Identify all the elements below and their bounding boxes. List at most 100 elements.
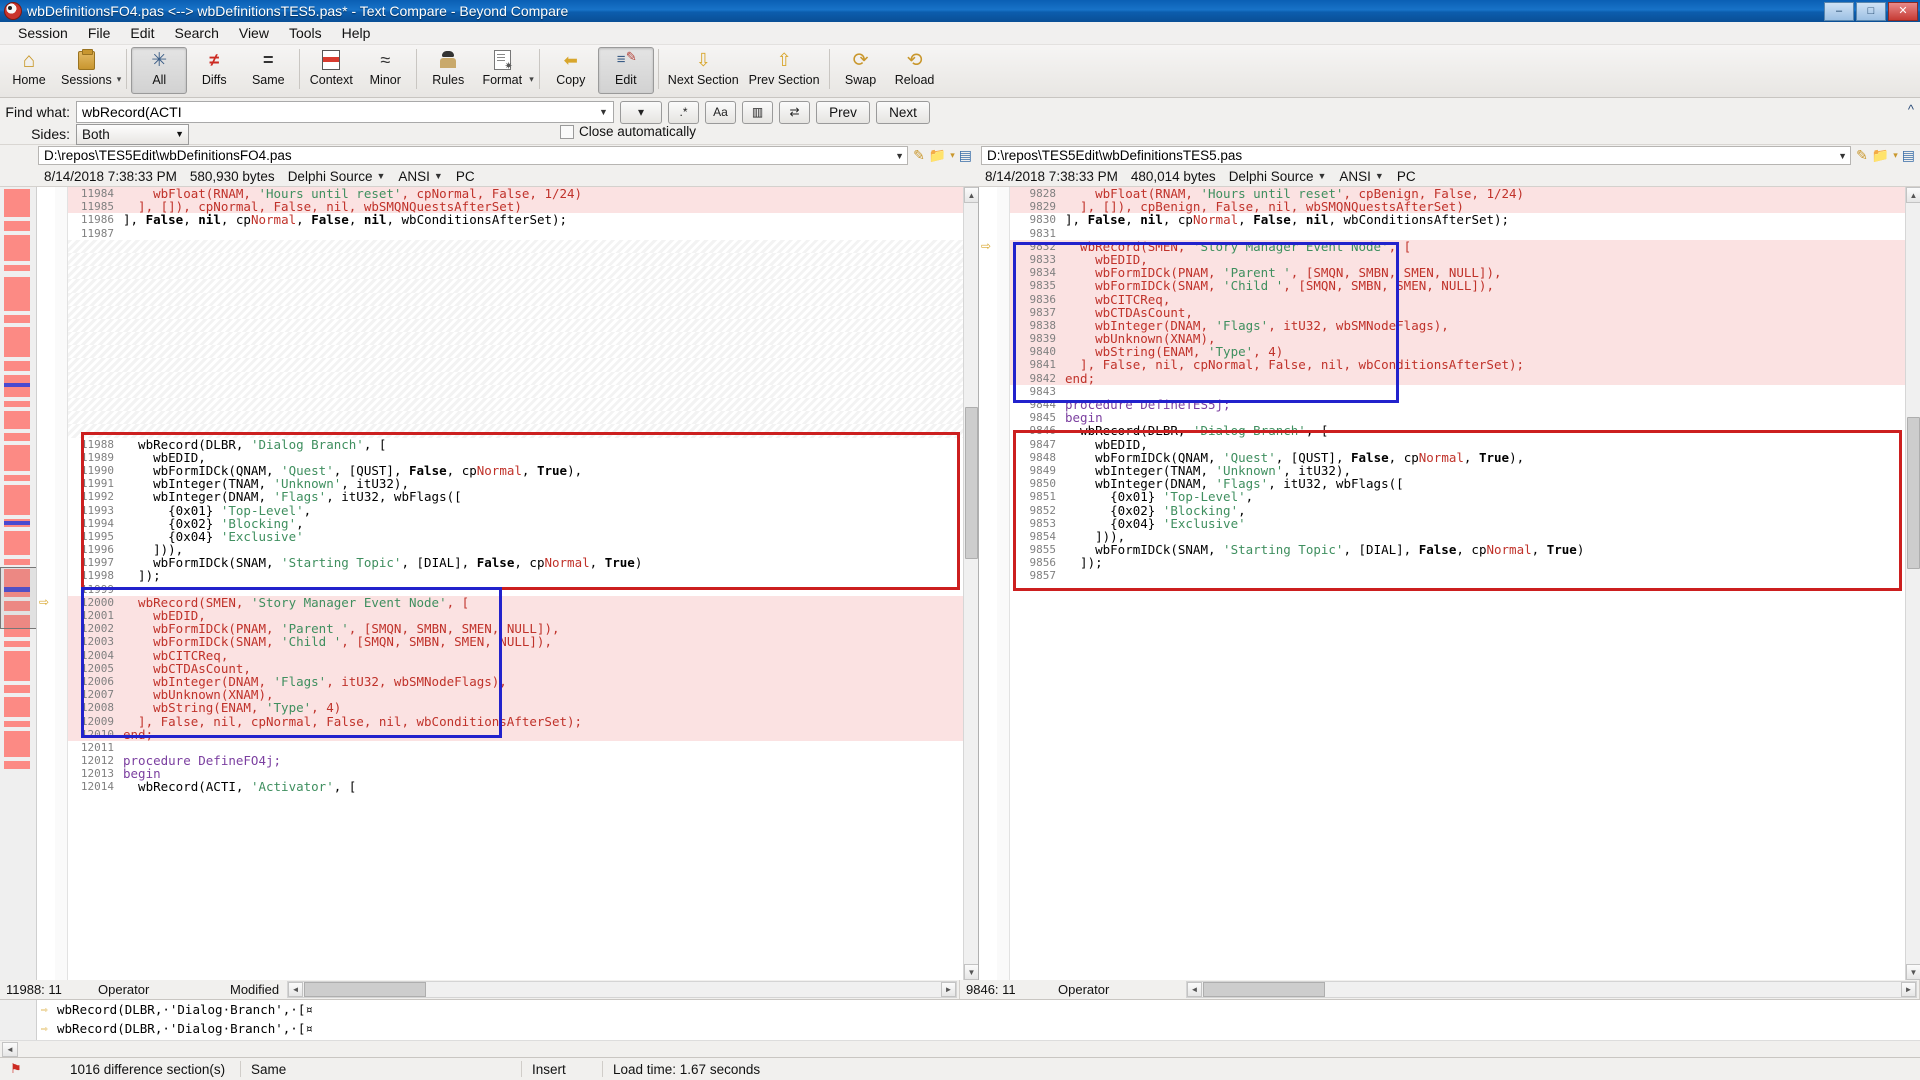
- left-vertical-scrollbar[interactable]: ▲ ▼: [963, 187, 978, 980]
- code-line[interactable]: 11989 wbEDID,: [68, 451, 978, 464]
- edit-pencil-icon[interactable]: ✎: [1856, 147, 1868, 164]
- save-icon[interactable]: ▤: [1902, 147, 1915, 164]
- toolbar-copy-button[interactable]: Copy: [544, 47, 598, 95]
- code-line[interactable]: 12012 procedure DefineFO4j;: [68, 754, 978, 768]
- code-line[interactable]: [68, 345, 978, 359]
- code-line[interactable]: 9853 {0x04} 'Exclusive': [1010, 516, 1920, 530]
- toolbar-home-button[interactable]: Home: [2, 47, 56, 95]
- minimize-button[interactable]: –: [1824, 2, 1854, 21]
- scroll-up-arrow-icon[interactable]: ▲: [964, 187, 978, 203]
- menu-session[interactable]: Session: [8, 23, 78, 43]
- code-line[interactable]: [68, 292, 978, 306]
- code-line[interactable]: 9856 ]);: [1010, 556, 1920, 569]
- code-line[interactable]: [68, 305, 978, 319]
- right-horizontal-scrollbar[interactable]: ◄ ►: [1186, 981, 1917, 998]
- code-line[interactable]: [68, 384, 978, 398]
- code-line[interactable]: [68, 239, 978, 253]
- left-path-input[interactable]: D:\repos\TES5Edit\wbDefinitionsFO4.pas ▼: [38, 146, 909, 165]
- difference-overview-map[interactable]: [0, 187, 37, 980]
- sides-select[interactable]: Both ▼: [76, 123, 189, 145]
- scroll-right-arrow-icon[interactable]: ►: [1901, 982, 1916, 997]
- left-hscroll-thumb[interactable]: [304, 982, 427, 997]
- code-line[interactable]: 9851 {0x01} 'Top-Level',: [1010, 490, 1920, 504]
- menu-view[interactable]: View: [229, 23, 279, 43]
- find-regex-button[interactable]: .*: [668, 100, 699, 124]
- code-line[interactable]: 12008 wbString(ENAM, 'Type', 4): [68, 701, 978, 715]
- code-line[interactable]: 11999: [68, 582, 978, 596]
- code-line[interactable]: [68, 279, 978, 293]
- code-line[interactable]: 12004 wbCITCReq,: [68, 648, 978, 662]
- code-line[interactable]: 9847 wbEDID,: [1010, 437, 1920, 451]
- code-line[interactable]: 11997 wbFormIDCk(SNAM, 'Starting Topic',…: [68, 556, 978, 569]
- detail-horizontal-scrollbar[interactable]: ◄: [0, 1040, 1920, 1057]
- menu-tools[interactable]: Tools: [279, 23, 332, 43]
- code-line[interactable]: 9831: [1010, 226, 1920, 240]
- code-line[interactable]: [68, 371, 978, 385]
- code-line[interactable]: 11987: [68, 226, 978, 240]
- code-line[interactable]: 11994 {0x02} 'Blocking',: [68, 516, 978, 530]
- code-line[interactable]: 9846 wbRecord(DLBR, 'Dialog Branch', [: [1010, 424, 1920, 438]
- menu-edit[interactable]: Edit: [120, 23, 164, 43]
- toolbar-sessions-button[interactable]: Sessions: [56, 47, 117, 95]
- section-marker-icon[interactable]: ⇨: [981, 239, 995, 253]
- code-line[interactable]: 12003 wbFormIDCk(SNAM, 'Child ', [SMQN, …: [68, 635, 978, 649]
- toolbar-rules-button[interactable]: Rules: [421, 47, 475, 95]
- left-encoding-select[interactable]: ANSI ▼: [398, 169, 442, 184]
- right-path-input[interactable]: D:\repos\TES5Edit\wbDefinitionsTES5.pas …: [981, 146, 1852, 165]
- right-vertical-scrollbar[interactable]: ▲ ▼: [1905, 187, 1920, 980]
- right-hscroll-thumb[interactable]: [1203, 982, 1325, 997]
- code-line[interactable]: 9848 wbFormIDCk(QNAM, 'Quest', [QUST], F…: [1010, 451, 1920, 464]
- toolbar-all-button[interactable]: All: [131, 47, 188, 94]
- code-line[interactable]: 9857: [1010, 569, 1920, 583]
- find-history-caret-icon[interactable]: ▼: [596, 104, 611, 119]
- code-line[interactable]: 9855 wbFormIDCk(SNAM, 'Starting Topic', …: [1010, 543, 1920, 556]
- folder-open-icon[interactable]: 📁: [1872, 147, 1889, 164]
- toolbar-diffs-button[interactable]: Diffs: [187, 47, 241, 95]
- code-line[interactable]: 11998 ]);: [68, 569, 978, 583]
- scroll-right-arrow-icon[interactable]: ►: [941, 982, 956, 997]
- left-code-text[interactable]: 11984 wbFloat(RNAM, 'Hours until reset',…: [68, 187, 978, 980]
- code-line[interactable]: 9832 wbRecord(SMEN, 'Story Manager Event…: [1010, 240, 1920, 253]
- menu-help[interactable]: Help: [332, 23, 381, 43]
- right-encoding-select[interactable]: ANSI ▼: [1339, 169, 1383, 184]
- code-line[interactable]: 9835 wbFormIDCk(SNAM, 'Child ', [SMQN, S…: [1010, 279, 1920, 293]
- code-line[interactable]: [68, 411, 978, 425]
- toolbar-minor-button[interactable]: Minor: [358, 47, 412, 95]
- code-line[interactable]: 9841 ], False, nil, cpNormal, False, nil…: [1010, 358, 1920, 372]
- toolbar-same-button[interactable]: Same: [241, 47, 295, 95]
- code-line[interactable]: 9842 end;: [1010, 371, 1920, 385]
- left-scroll-thumb[interactable]: [965, 407, 978, 559]
- chevron-down-icon[interactable]: ▾: [950, 150, 955, 161]
- code-line[interactable]: 11995 {0x04} 'Exclusive': [68, 530, 978, 543]
- code-line[interactable]: 12005 wbCTDAsCount,: [68, 662, 978, 675]
- find-prev-button[interactable]: Prev: [816, 100, 870, 124]
- code-line[interactable]: 12010 end;: [68, 727, 978, 741]
- scroll-down-arrow-icon[interactable]: ▼: [964, 964, 978, 980]
- edit-pencil-icon[interactable]: ✎: [913, 147, 925, 164]
- left-horizontal-scrollbar[interactable]: ◄ ►: [287, 981, 957, 998]
- scroll-left-arrow-icon[interactable]: ◄: [2, 1041, 18, 1057]
- code-line[interactable]: 9837 wbCTDAsCount,: [1010, 305, 1920, 319]
- code-line[interactable]: 12014 wbRecord(ACTI, 'Activator', [: [68, 780, 978, 794]
- scroll-left-arrow-icon[interactable]: ◄: [1187, 982, 1202, 997]
- code-line[interactable]: [68, 318, 978, 333]
- code-line[interactable]: [68, 332, 978, 346]
- right-format-select[interactable]: Delphi Source ▼: [1229, 169, 1327, 184]
- menu-search[interactable]: Search: [165, 23, 229, 43]
- scroll-up-arrow-icon[interactable]: ▲: [1906, 187, 1920, 203]
- toolbar-format-button[interactable]: Format: [475, 47, 529, 95]
- detail-pane[interactable]: ⇨ wbRecord(DLBR,·'Dialog·Branch',·[¤ ⇨ w…: [0, 999, 1920, 1040]
- find-input[interactable]: wbRecord(ACTI ▼: [76, 101, 614, 123]
- chevron-down-icon[interactable]: ▼: [895, 151, 904, 161]
- folder-open-icon[interactable]: 📁: [929, 147, 946, 164]
- overview-viewport-indicator[interactable]: [0, 567, 36, 629]
- toolbar-next-section-button[interactable]: Next Section: [663, 47, 744, 95]
- code-line[interactable]: 11992 wbInteger(DNAM, 'Flags', itU32, wb…: [68, 490, 978, 504]
- left-format-select[interactable]: Delphi Source ▼: [288, 169, 386, 184]
- close-button[interactable]: ✕: [1888, 2, 1918, 21]
- toolbar-edit-button[interactable]: Edit: [597, 47, 654, 94]
- code-line[interactable]: 9830], False, nil, cpNormal, False, nil,…: [1010, 213, 1920, 227]
- code-line[interactable]: [68, 398, 978, 412]
- menu-file[interactable]: File: [78, 23, 121, 43]
- toolbar-prev-section-button[interactable]: Prev Section: [744, 47, 825, 95]
